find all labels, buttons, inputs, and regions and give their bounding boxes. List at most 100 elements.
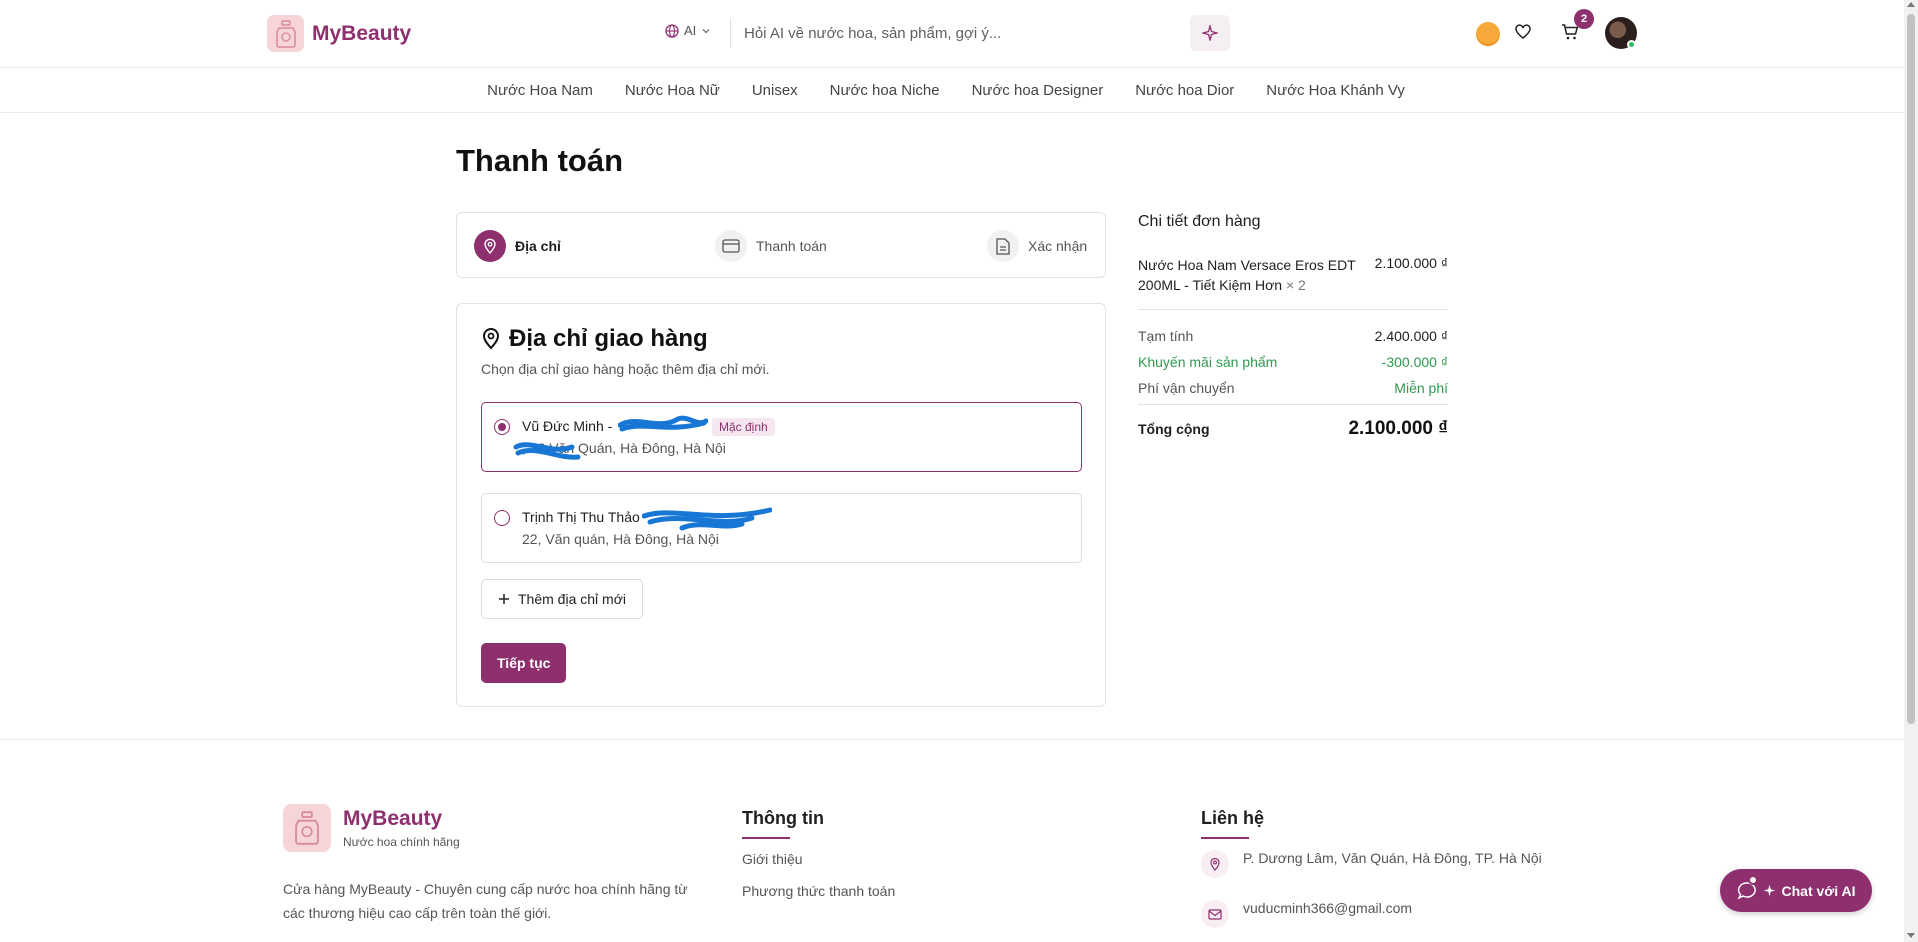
brand-name: MyBeauty	[312, 21, 412, 45]
address-line: , 22 Văn Quán, Hà Đông, Hà Nội	[522, 440, 726, 456]
mail-icon	[1201, 900, 1229, 928]
shipping-address-title: Địa chỉ giao hàng	[509, 325, 708, 352]
checkout-stepper: Địa chỉ Thanh toán Xác nhận	[456, 212, 1106, 278]
order-item-title: Nước Hoa Nam Versace Eros EDT 200ML - Ti…	[1138, 257, 1356, 293]
summary-divider	[1138, 309, 1448, 310]
nav-item-unisex[interactable]: Unisex	[752, 82, 798, 99]
nav-item-designer[interactable]: Nước hoa Designer	[972, 82, 1104, 99]
address-recipient-name: Vũ Đức Minh -	[522, 418, 613, 434]
shipping-value: Miễn phí	[1394, 380, 1448, 396]
subtotal-value: 2.400.000 ₫	[1374, 328, 1448, 344]
cart-count-badge: 2	[1574, 9, 1594, 29]
brand-logo[interactable]: MyBeauty	[267, 15, 411, 52]
nav-item-niche[interactable]: Nước hoa Niche	[830, 82, 940, 99]
map-pin-icon	[474, 230, 506, 262]
nav-item-khanh-vy[interactable]: Nước Hoa Khánh Vy	[1266, 82, 1405, 99]
category-nav: Nước Hoa Nam Nước Hoa Nữ Unisex Nước hoa…	[0, 68, 1904, 113]
discount-row: Khuyến mãi sản phẩm -300.000 ₫	[1138, 354, 1448, 370]
map-pin-icon	[482, 328, 500, 350]
sparkle-icon	[1202, 25, 1218, 41]
step-address[interactable]: Địa chỉ	[474, 230, 561, 262]
chevron-down-icon	[702, 28, 710, 33]
perfume-bottle-icon	[283, 804, 331, 852]
add-address-label: Thêm địa chỉ mới	[518, 591, 626, 607]
footer-description: Cửa hàng MyBeauty - Chuyên cung cấp nước…	[283, 881, 688, 921]
shipping-row: Phí vận chuyển Miễn phí	[1138, 380, 1448, 396]
shipping-label: Phí vận chuyển	[1138, 380, 1235, 396]
document-icon	[987, 230, 1019, 262]
redaction-scribble	[618, 415, 708, 432]
discount-value: -300.000 ₫	[1381, 354, 1448, 370]
ai-search-input[interactable]	[744, 18, 1184, 48]
nav-item-nuoc-hoa-nu[interactable]: Nước Hoa Nữ	[625, 82, 720, 99]
ai-mode-label: AI	[684, 23, 697, 38]
total-label: Tổng cộng	[1138, 421, 1210, 437]
subtotal-row: Tạm tính 2.400.000 ₫	[1138, 328, 1448, 344]
step-payment-label: Thanh toán	[756, 238, 827, 254]
ai-search-button[interactable]	[1190, 15, 1230, 51]
address-option[interactable]: Trịnh Thị Thu Thảo 22, Văn quán, Hà Đông…	[481, 493, 1082, 563]
footer-email-text[interactable]: vuducminh366@gmail.com	[1243, 900, 1412, 916]
default-address-badge: Mặc định	[712, 418, 775, 436]
order-item-price: 2.100.000 ₫	[1374, 255, 1448, 271]
total-value: 2.100.000 ₫	[1348, 418, 1448, 439]
site-header: MyBeauty AI 2	[0, 0, 1904, 68]
footer-contact-address: P. Dương Lâm, Văn Quán, Hà Đông, TP. Hà …	[1201, 850, 1542, 878]
page-scrollbar[interactable]	[1904, 0, 1918, 942]
credit-card-icon	[715, 230, 747, 262]
wishlist-button[interactable]	[1514, 23, 1532, 41]
subtotal-label: Tạm tính	[1138, 328, 1194, 344]
scrollbar-thumb[interactable]	[1907, 14, 1915, 724]
step-confirm-label: Xác nhận	[1028, 238, 1088, 254]
continue-button[interactable]: Tiếp tục	[481, 643, 567, 683]
step-payment[interactable]: Thanh toán	[715, 230, 827, 262]
address-option-default[interactable]: Vũ Đức Minh - Mặc định , 22 Văn Quán, Hà…	[481, 402, 1082, 472]
ai-mode-selector[interactable]: AI	[665, 23, 711, 38]
footer-brand[interactable]: MyBeauty Nước hoa chính hãng	[283, 804, 460, 852]
perfume-bottle-icon	[267, 15, 304, 52]
heart-icon	[1515, 24, 1531, 39]
footer-link-payment-methods[interactable]: Phương thức thanh toán	[742, 883, 895, 899]
address-radio[interactable]	[494, 510, 510, 526]
address-line: 22, Văn quán, Hà Đông, Hà Nội	[522, 531, 719, 547]
step-confirm[interactable]: Xác nhận	[987, 230, 1087, 262]
footer-contact-email: vuducminh366@gmail.com	[1201, 900, 1412, 928]
order-summary-title: Chi tiết đơn hàng	[1138, 213, 1261, 230]
footer-contact-title: Liên hệ	[1201, 808, 1265, 839]
page-title: Thanh toán	[456, 143, 624, 178]
add-address-button[interactable]: Thêm địa chỉ mới	[481, 579, 643, 619]
footer-link-about[interactable]: Giới thiệu	[742, 851, 803, 867]
footer-brand-name: MyBeauty	[343, 807, 443, 830]
chat-button-label: Chat với AI	[1781, 882, 1856, 899]
order-summary: Chi tiết đơn hàng Nước Hoa Nam Versace E…	[1138, 213, 1448, 439]
total-row: Tổng cộng 2.100.000 ₫	[1138, 418, 1448, 440]
globe-icon	[665, 23, 679, 38]
scroll-up-arrow[interactable]	[1907, 2, 1915, 7]
points-coin-icon[interactable]	[1476, 22, 1500, 46]
address-radio-selected[interactable]	[494, 419, 510, 435]
scroll-down-arrow[interactable]	[1907, 933, 1915, 938]
nav-item-nuoc-hoa-nam[interactable]: Nước Hoa Nam	[487, 82, 593, 99]
sparkle-icon	[1763, 884, 1775, 897]
shipping-address-card: Địa chỉ giao hàng Chọn địa chỉ giao hàng…	[456, 303, 1106, 707]
footer-address-text: P. Dương Lâm, Văn Quán, Hà Đông, TP. Hà …	[1243, 850, 1542, 866]
shipping-address-subtitle: Chọn địa chỉ giao hàng hoặc thêm địa chỉ…	[481, 361, 770, 377]
site-footer: MyBeauty Nước hoa chính hãng Cửa hàng My…	[0, 739, 1904, 942]
order-item-quantity: × 2	[1285, 277, 1306, 293]
footer-brand-tagline: Nước hoa chính hãng	[343, 835, 460, 849]
redaction-scribble	[642, 507, 772, 531]
plus-icon	[499, 594, 509, 604]
discount-label: Khuyến mãi sản phẩm	[1138, 354, 1278, 370]
online-status-dot	[1627, 40, 1636, 49]
map-pin-icon	[1201, 850, 1229, 878]
step-address-label: Địa chỉ	[515, 238, 561, 254]
summary-divider	[1138, 404, 1448, 405]
order-item-name: Nước Hoa Nam Versace Eros EDT 200ML - Ti…	[1138, 255, 1368, 295]
search-divider	[730, 18, 731, 48]
address-recipient-name: Trịnh Thị Thu Thảo	[522, 509, 640, 525]
chat-with-ai-button[interactable]: Chat với AI	[1720, 869, 1872, 912]
footer-info-title: Thông tin	[742, 808, 824, 839]
shipping-address-heading: Địa chỉ giao hàng	[481, 325, 708, 353]
chat-notification-dot	[1748, 875, 1758, 885]
nav-item-dior[interactable]: Nước hoa Dior	[1135, 82, 1234, 99]
